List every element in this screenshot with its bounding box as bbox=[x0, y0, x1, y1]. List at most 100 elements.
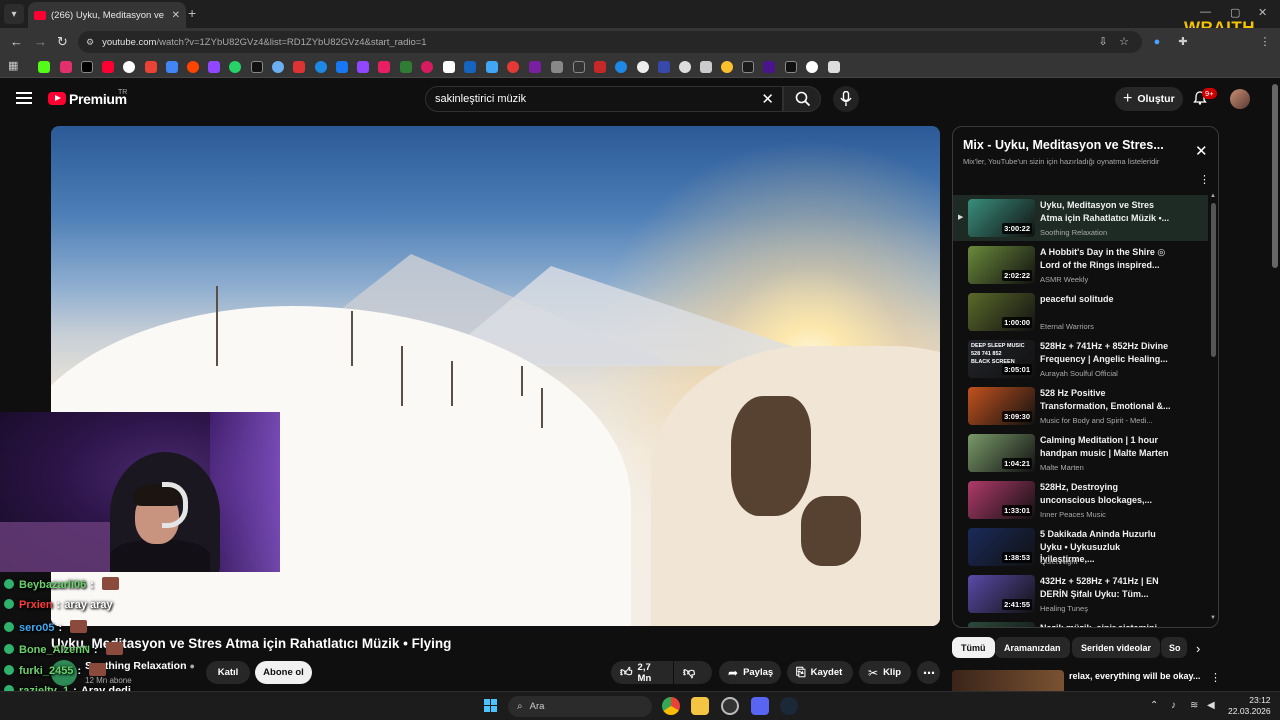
wifi-icon[interactable]: ≋ bbox=[1190, 700, 1198, 711]
bookmark-icon[interactable] bbox=[486, 61, 498, 73]
new-tab-button[interactable]: + bbox=[188, 5, 196, 21]
x-bookmark-icon[interactable] bbox=[81, 61, 93, 73]
bookmark-icon[interactable] bbox=[251, 61, 263, 73]
chat-username[interactable]: sero05 bbox=[19, 622, 54, 634]
extensions-puzzle-icon[interactable]: ✚ bbox=[1176, 35, 1190, 49]
bookmark-icon[interactable] bbox=[421, 61, 433, 73]
gmail-bookmark-icon[interactable] bbox=[145, 61, 157, 73]
playlist-item[interactable]: DEEP SLEEP MUSIC 528 741 852 BLACK SCREEN 3… bbox=[953, 336, 1208, 382]
recommendation-title[interactable]: relax, everything will be okay... bbox=[1069, 671, 1200, 681]
close-playlist-icon[interactable]: ✕ bbox=[1195, 142, 1208, 160]
reddit-bookmark-icon[interactable] bbox=[187, 61, 199, 73]
bookmark-icon[interactable] bbox=[785, 61, 797, 73]
bookmark-icon[interactable] bbox=[763, 61, 775, 73]
browser-tab-active[interactable]: (266) Uyku, Meditasyon ve Stres ✕ bbox=[28, 2, 186, 28]
chip-from-search[interactable]: Aramanızdan bbox=[995, 637, 1070, 658]
chip-truncated[interactable]: So bbox=[1161, 637, 1187, 658]
create-button[interactable]: + Oluştur bbox=[1115, 87, 1183, 111]
close-window-icon[interactable]: ✕ bbox=[1258, 6, 1267, 19]
voice-search-button[interactable] bbox=[833, 86, 859, 112]
youtube-bookmark-icon[interactable] bbox=[102, 61, 114, 73]
join-button[interactable]: Katıl bbox=[206, 661, 250, 684]
discord-app-icon[interactable] bbox=[751, 697, 769, 715]
volume-icon[interactable]: ◀ bbox=[1207, 700, 1215, 711]
recommendation-thumbnail[interactable] bbox=[952, 670, 1064, 692]
subscribe-button[interactable]: Abone ol bbox=[255, 661, 312, 684]
tab-close-icon[interactable]: ✕ bbox=[172, 10, 180, 21]
reload-icon[interactable]: ↻ bbox=[57, 34, 68, 50]
share-button[interactable]: ➦ Paylaş bbox=[719, 661, 781, 684]
tray-chevron-up-icon[interactable]: ⌃ bbox=[1150, 700, 1158, 711]
youtube-logo-icon[interactable] bbox=[48, 92, 66, 105]
bookmark-star-icon[interactable]: ☆ bbox=[1117, 35, 1131, 49]
scroll-down-icon[interactable]: ▼ bbox=[1210, 615, 1216, 621]
playlist-scrollbar[interactable] bbox=[1211, 203, 1216, 357]
whatsapp-bookmark-icon[interactable] bbox=[229, 61, 241, 73]
dislike-button[interactable]: 👎︎ bbox=[674, 661, 712, 684]
back-icon[interactable]: ← bbox=[10, 34, 23, 49]
bookmark-icon[interactable] bbox=[573, 61, 585, 73]
bookmark-icon[interactable] bbox=[594, 61, 606, 73]
bookmark-icon[interactable] bbox=[637, 61, 649, 73]
bookmark-icon[interactable] bbox=[721, 61, 733, 73]
playlist-item[interactable]: 1:33:01 528Hz, Destroying unconscious blo… bbox=[953, 477, 1208, 523]
bookmark-icon[interactable] bbox=[529, 61, 541, 73]
bookmark-icon[interactable] bbox=[615, 61, 627, 73]
apps-grid-icon[interactable]: ▦ bbox=[8, 59, 20, 72]
playlist-item[interactable]: 2:02:22 A Hobbit's Day in the Shire ◎ Lor… bbox=[953, 242, 1208, 288]
search-input[interactable]: sakinleştirici müzik ✕ bbox=[425, 86, 783, 112]
drive-bookmark-icon[interactable] bbox=[166, 61, 178, 73]
bookmark-icon[interactable] bbox=[464, 61, 476, 73]
chips-next-chevron-icon[interactable]: › bbox=[1196, 641, 1200, 656]
bookmark-icon[interactable] bbox=[443, 61, 455, 73]
chip-series-videos[interactable]: Seriden videolar bbox=[1072, 637, 1161, 658]
playlist-more-icon[interactable]: ⋮ bbox=[1199, 173, 1210, 186]
bookmark-icon[interactable] bbox=[551, 61, 563, 73]
account-avatar[interactable] bbox=[1230, 89, 1250, 109]
chat-username[interactable]: furki_2455 bbox=[19, 665, 73, 677]
bookmark-icon[interactable] bbox=[272, 61, 284, 73]
steam-app-icon[interactable] bbox=[780, 697, 798, 715]
playlist-item[interactable]: 1:04:21 Calming Meditation | 1 hour handp… bbox=[953, 430, 1208, 476]
page-scrollbar[interactable] bbox=[1272, 84, 1278, 268]
bookmark-icon[interactable] bbox=[378, 61, 390, 73]
chat-username[interactable]: Beybazarli06 bbox=[19, 579, 86, 591]
bookmark-icon[interactable] bbox=[806, 61, 818, 73]
kick-bookmark-icon[interactable] bbox=[38, 61, 50, 73]
twitch-bookmark-icon[interactable] bbox=[208, 61, 220, 73]
taskbar-search-input[interactable]: ⌕ Ara bbox=[508, 696, 652, 717]
like-button[interactable]: 👍︎ 2,7 Mn bbox=[611, 661, 673, 684]
install-app-icon[interactable]: ⇩ bbox=[1096, 35, 1110, 49]
twitch-bookmark-icon[interactable] bbox=[357, 61, 369, 73]
bookmark-icon[interactable] bbox=[293, 61, 305, 73]
browser-menu-icon[interactable]: ⋮ bbox=[1258, 35, 1272, 49]
tab-search-menu[interactable]: ▾ bbox=[4, 4, 24, 24]
microphone-tray-icon[interactable]: ♪ bbox=[1171, 700, 1176, 711]
bookmark-icon[interactable] bbox=[700, 61, 712, 73]
bookmark-icon[interactable] bbox=[679, 61, 691, 73]
playlist-item[interactable]: 3:09:30 528 Hz Positive Transformation, E… bbox=[953, 383, 1208, 429]
playlist-title[interactable]: Mix - Uyku, Meditasyon ve Stres... bbox=[963, 138, 1164, 152]
playlist-item[interactable]: ▶ 3:00:22 Uyku, Meditasyon ve Stres Atma i… bbox=[953, 195, 1208, 241]
chrome-app-icon[interactable] bbox=[662, 697, 680, 715]
clear-search-icon[interactable]: ✕ bbox=[761, 90, 774, 108]
chat-username[interactable]: Prxien bbox=[19, 599, 53, 611]
recommendation-more-icon[interactable]: ⋮ bbox=[1210, 671, 1221, 684]
playlist-item[interactable]: 1:38:53 5 Dakikada Aninda Huzurlu Uyku • … bbox=[953, 524, 1208, 570]
search-button[interactable] bbox=[783, 86, 821, 112]
system-clock[interactable]: 23:12 22.03.2026 bbox=[1228, 695, 1271, 717]
address-bar[interactable]: ⚙ youtube.com/watch?v=1ZYbU82GVz4&list=R… bbox=[78, 31, 1142, 53]
more-actions-button[interactable]: ⋯ bbox=[917, 661, 940, 684]
facebook-bookmark-icon[interactable] bbox=[336, 61, 348, 73]
instagram-bookmark-icon[interactable] bbox=[60, 61, 72, 73]
chip-all[interactable]: Tümü bbox=[952, 637, 995, 658]
playlist-item[interactable]: 2:41:55 432Hz + 528Hz + 741Hz | EN DERİN … bbox=[953, 571, 1208, 617]
bookmark-icon[interactable] bbox=[742, 61, 754, 73]
google-bookmark-icon[interactable] bbox=[123, 61, 135, 73]
extension-icon[interactable]: ● bbox=[1150, 35, 1164, 49]
menu-hamburger-icon[interactable] bbox=[16, 92, 32, 104]
save-button[interactable]: ⎘ Kaydet bbox=[787, 661, 853, 684]
forward-icon[interactable]: → bbox=[34, 34, 47, 49]
minimize-window-icon[interactable]: — bbox=[1200, 6, 1211, 18]
bookmark-icon[interactable] bbox=[828, 61, 840, 73]
